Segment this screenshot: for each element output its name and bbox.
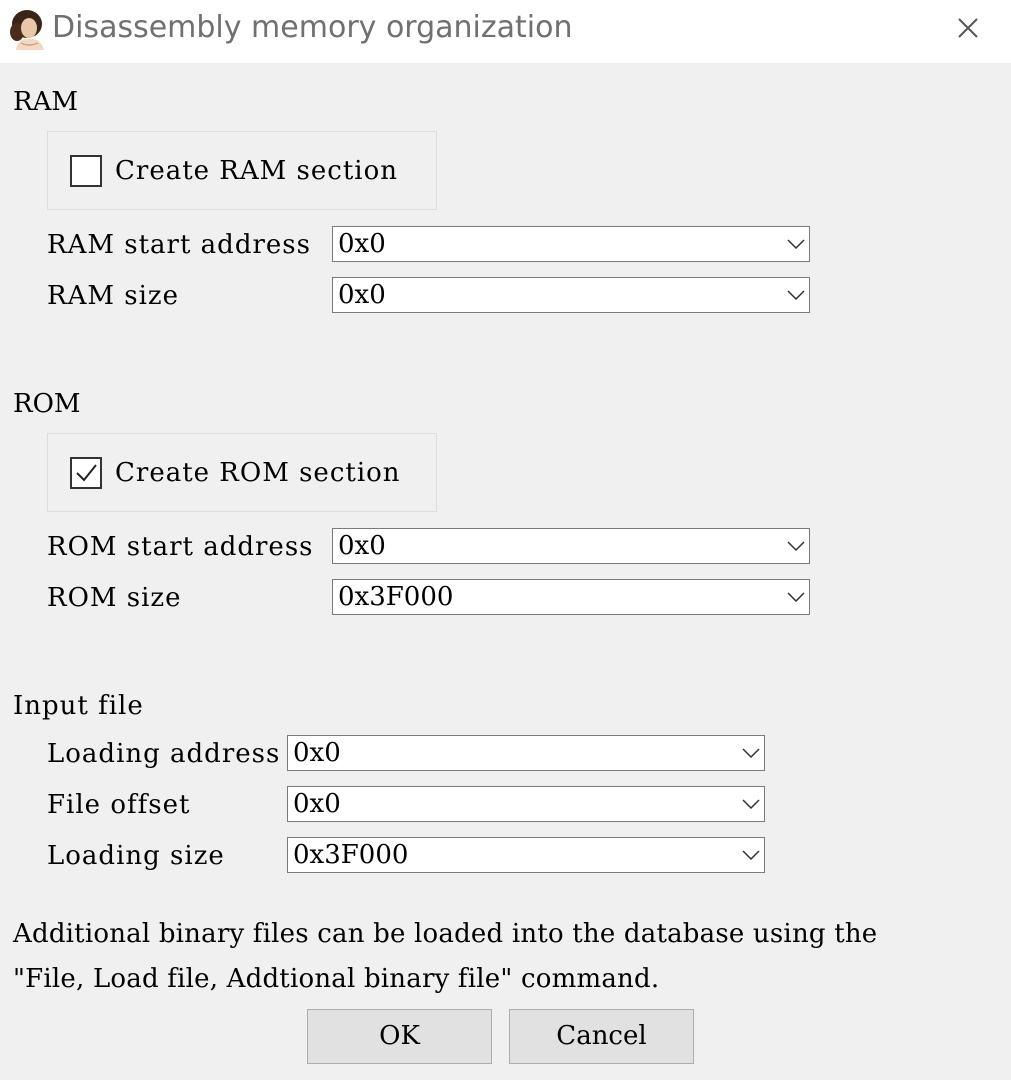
loading-size-label: Loading size [47, 841, 225, 871]
loading-address-label: Loading address [47, 739, 281, 769]
title-bar: Disassembly memory organization [0, 0, 1011, 63]
ram-size-value: 0x0 [338, 280, 386, 310]
rom-checkbox-frame: Create ROM section [47, 433, 437, 512]
create-ram-section-label[interactable]: Create RAM section [115, 154, 398, 188]
loading-address-value: 0x0 [293, 738, 341, 768]
ram-start-address-combo[interactable]: 0x0 [332, 226, 810, 262]
window-title: Disassembly memory organization [52, 10, 573, 45]
create-ram-section-checkbox[interactable] [70, 155, 102, 187]
ram-size-label: RAM size [47, 281, 179, 311]
ram-checkbox-frame: Create RAM section [47, 131, 437, 210]
ram-size-combo[interactable]: 0x0 [332, 277, 810, 313]
file-offset-value: 0x0 [293, 789, 341, 819]
ram-group-label: RAM [13, 87, 78, 117]
ram-start-address-value: 0x0 [338, 229, 386, 259]
chevron-down-icon[interactable] [785, 278, 807, 312]
rom-size-label: ROM size [47, 583, 182, 613]
chevron-down-icon[interactable] [785, 529, 807, 563]
close-button[interactable] [944, 6, 992, 50]
info-text-line-1: Additional binary files can be loaded in… [13, 919, 878, 949]
rom-start-address-combo[interactable]: 0x0 [332, 528, 810, 564]
ram-start-address-label: RAM start address [47, 230, 311, 260]
chevron-down-icon[interactable] [740, 838, 762, 872]
cancel-button[interactable]: Cancel [509, 1009, 694, 1064]
rom-size-combo[interactable]: 0x3F000 [332, 579, 810, 615]
create-rom-section-checkbox[interactable] [70, 457, 102, 489]
rom-size-value: 0x3F000 [338, 582, 454, 612]
file-offset-combo[interactable]: 0x0 [287, 786, 765, 822]
loading-address-combo[interactable]: 0x0 [287, 735, 765, 771]
loading-size-combo[interactable]: 0x3F000 [287, 837, 765, 873]
rom-start-address-label: ROM start address [47, 532, 314, 562]
app-portrait-icon [8, 8, 48, 50]
create-rom-section-label[interactable]: Create ROM section [115, 456, 401, 490]
chevron-down-icon[interactable] [740, 736, 762, 770]
chevron-down-icon[interactable] [785, 227, 807, 261]
file-offset-label: File offset [47, 790, 191, 820]
chevron-down-icon[interactable] [740, 787, 762, 821]
checkmark-icon [76, 464, 97, 482]
rom-group-label: ROM [13, 389, 81, 419]
input-file-group-label: Input file [13, 691, 144, 721]
close-icon [958, 18, 978, 38]
info-text-line-2: "File, Load file, Addtional binary file"… [13, 964, 660, 994]
chevron-down-icon[interactable] [785, 580, 807, 614]
ok-button[interactable]: OK [307, 1009, 492, 1064]
loading-size-value: 0x3F000 [293, 840, 409, 870]
rom-start-address-value: 0x0 [338, 531, 386, 561]
